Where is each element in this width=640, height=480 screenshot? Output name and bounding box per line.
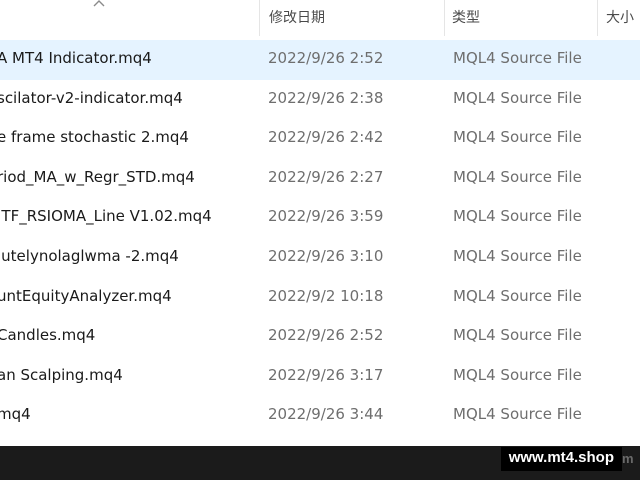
file-date-modified: 2022/9/26 3:59 — [268, 207, 384, 226]
watermark-tail: m — [622, 451, 634, 466]
file-row[interactable]: an Scalping.mq4 2022/9/26 3:17 MQL4 Sour… — [0, 357, 640, 397]
column-header-date-modified[interactable]: 修改日期 — [269, 7, 325, 27]
file-name: e frame stochastic 2.mq4 — [0, 128, 189, 147]
file-row[interactable]: scilator-v2-indicator.mq4 2022/9/26 2:38… — [0, 80, 640, 120]
file-date-modified: 2022/9/26 2:27 — [268, 167, 384, 186]
file-name: riod_MA_w_Regr_STD.mq4 — [0, 167, 195, 186]
column-header-type[interactable]: 类型 — [452, 7, 480, 27]
file-name: mq4 — [0, 405, 31, 424]
file-row[interactable]: A MT4 Indicator.mq4 2022/9/26 2:52 MQL4 … — [0, 40, 640, 80]
file-date-modified: 2022/9/26 3:17 — [268, 365, 384, 384]
file-row[interactable]: e frame stochastic 2.mq4 2022/9/26 2:42 … — [0, 119, 640, 159]
column-header-bar: 修改日期 类型 大小 — [0, 0, 640, 39]
file-explorer-window: 修改日期 类型 大小 A MT4 Indicator.mq4 2022/9/26… — [0, 0, 640, 480]
chevron-up-icon[interactable] — [92, 0, 106, 10]
file-type: MQL4 Source File — [453, 286, 582, 305]
file-row[interactable]: riod_MA_w_Regr_STD.mq4 2022/9/26 2:27 MQ… — [0, 159, 640, 199]
file-row[interactable]: untEquityAnalyzer.mq4 2022/9/2 10:18 MQL… — [0, 278, 640, 318]
file-name: untEquityAnalyzer.mq4 — [0, 286, 172, 305]
file-name: lutelynolaglwma -2.mq4 — [0, 246, 179, 265]
file-type: MQL4 Source File — [453, 49, 582, 67]
file-row[interactable]: ITF_RSIOMA_Line V1.02.mq4 2022/9/26 3:59… — [0, 198, 640, 238]
file-row[interactable]: lutelynolaglwma -2.mq4 2022/9/26 3:10 MQ… — [0, 238, 640, 278]
file-name: A MT4 Indicator.mq4 — [0, 49, 152, 67]
file-row[interactable]: Candles.mq4 2022/9/26 2:52 MQL4 Source F… — [0, 317, 640, 357]
file-type: MQL4 Source File — [453, 128, 582, 147]
column-header-size[interactable]: 大小 — [606, 7, 634, 27]
file-type: MQL4 Source File — [453, 365, 582, 384]
file-date-modified: 2022/9/26 2:38 — [268, 88, 384, 107]
column-divider[interactable] — [444, 0, 445, 36]
file-date-modified: 2022/9/26 2:52 — [268, 326, 384, 345]
column-divider[interactable] — [597, 0, 598, 36]
file-type: MQL4 Source File — [453, 167, 582, 186]
file-name: scilator-v2-indicator.mq4 — [0, 88, 183, 107]
file-list: A MT4 Indicator.mq4 2022/9/26 2:52 MQL4 … — [0, 40, 640, 436]
file-name: Candles.mq4 — [0, 326, 96, 345]
watermark-text: www.mt4.shop — [500, 447, 622, 471]
file-date-modified: 2022/9/26 3:10 — [268, 246, 384, 265]
file-type: MQL4 Source File — [453, 88, 582, 107]
file-name: an Scalping.mq4 — [0, 365, 123, 384]
file-type: MQL4 Source File — [453, 326, 582, 345]
file-date-modified: 2022/9/26 2:42 — [268, 128, 384, 147]
file-row[interactable]: mq4 2022/9/26 3:44 MQL4 Source File — [0, 396, 640, 436]
file-date-modified: 2022/9/26 3:44 — [268, 405, 384, 424]
file-type: MQL4 Source File — [453, 246, 582, 265]
file-type: MQL4 Source File — [453, 207, 582, 226]
file-date-modified: 2022/9/26 2:52 — [268, 49, 384, 67]
file-type: MQL4 Source File — [453, 405, 582, 424]
file-date-modified: 2022/9/2 10:18 — [268, 286, 384, 305]
file-name: ITF_RSIOMA_Line V1.02.mq4 — [0, 207, 212, 226]
column-divider[interactable] — [259, 0, 260, 36]
